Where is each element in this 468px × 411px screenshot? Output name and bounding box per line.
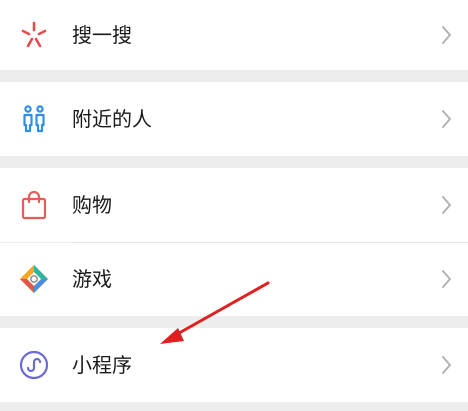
shopping-bag-icon (18, 189, 50, 221)
chevron-right-icon (436, 267, 456, 291)
menu-item-label: 附近的人 (72, 107, 152, 131)
menu-item-search[interactable]: 搜一搜 (0, 0, 468, 70)
game-diamond-icon (18, 263, 50, 295)
search-spark-icon (18, 19, 50, 51)
people-nearby-icon (18, 103, 50, 135)
discover-screen: 搜一搜 附近的人 购物 游戏 小程序 (0, 0, 468, 411)
menu-item-shopping[interactable]: 购物 (0, 168, 468, 242)
chevron-right-icon (436, 353, 456, 377)
menu-item-mini-programs[interactable]: 小程序 (0, 328, 468, 402)
menu-item-label: 搜一搜 (72, 23, 132, 47)
menu-item-label: 购物 (72, 193, 112, 217)
chevron-right-icon (436, 23, 456, 47)
menu-item-people-nearby[interactable]: 附近的人 (0, 82, 468, 156)
chevron-right-icon (436, 193, 456, 217)
menu-item-label: 小程序 (72, 353, 132, 377)
chevron-right-icon (436, 107, 456, 131)
menu-item-label: 游戏 (72, 267, 112, 291)
mini-program-icon (18, 349, 50, 381)
menu-item-games[interactable]: 游戏 (0, 243, 468, 316)
